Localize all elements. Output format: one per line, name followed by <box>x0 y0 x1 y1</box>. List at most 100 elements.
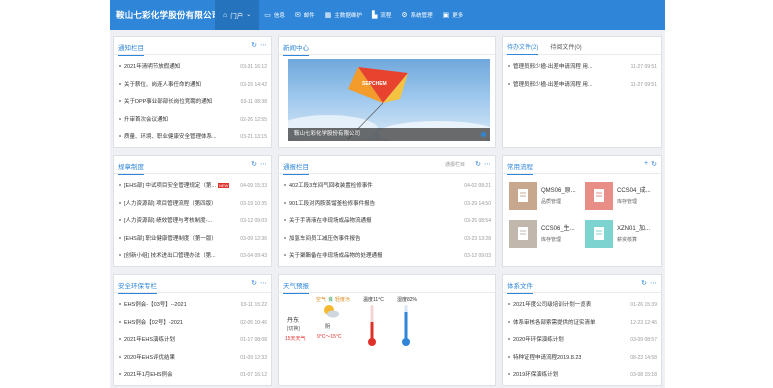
list-item[interactable]: 关于薪位、岗连人事任命的通知 03-15 14:42 <box>118 77 267 95</box>
weather-panel: 天气预报 丹东 [切换] 15天天气 空气良轻度污 阴 9°C～15°C 温度1… <box>278 274 496 386</box>
nav-mail[interactable]: ✉ 邮件 <box>290 0 320 30</box>
tab-todo[interactable]: 待办文件(2) <box>507 42 539 55</box>
more-icon[interactable]: ⋯ <box>260 41 267 49</box>
carousel-dot-icon[interactable] <box>481 132 486 137</box>
bullet-icon <box>119 236 121 239</box>
refresh-icon[interactable]: ↻ <box>475 160 481 168</box>
main-nav: ⌂ 门户 ⌄ ▭ 信息 ✉ 邮件 ▦ 主数据维护 ▙ 流程 ⚙ 系统管理 ▣ 更… <box>215 0 468 30</box>
list-item[interactable]: 特种证程申请流程2019.8.23 08-23 14:58 <box>507 350 657 368</box>
add-icon[interactable]: + <box>644 160 648 168</box>
flow-card-ccs04[interactable]: CCS04_成... 库存管理 <box>585 182 655 210</box>
bullet-icon <box>119 100 121 103</box>
refresh-icon[interactable]: ↻ <box>251 41 257 49</box>
bulletin-category-link[interactable]: 通报栏目 <box>445 161 465 168</box>
list-item[interactable]: EHS例会【02号】-2021 02-05 10:46 <box>118 315 267 333</box>
news-caption[interactable]: 鞍山七彩化学股份有限公司 <box>288 128 490 141</box>
bullet-icon <box>508 82 510 85</box>
list-item[interactable]: [人力资源部] 绩效管理与考核制度-... 03-12 09:03 <box>118 213 267 231</box>
list-item[interactable]: 2021年度公司级培训计划一览表 01-26 15:39 <box>507 297 657 315</box>
list-item[interactable]: 2021年清明节放假通知 03-31 16:12 <box>118 59 267 77</box>
flow-card-ccs06[interactable]: CCS06_生... 库存管理 <box>509 220 579 248</box>
bullet-icon <box>508 303 510 306</box>
home-icon: ⌂ <box>223 11 228 19</box>
list-item[interactable]: 质量、环境、职业健康安全管理体系... 03-21 13:15 <box>118 129 267 147</box>
more-icon[interactable]: ⋯ <box>260 279 267 287</box>
nav-more[interactable]: ▣ 更多 <box>438 0 469 30</box>
refresh-icon[interactable]: ↻ <box>251 160 257 168</box>
notice-list: 2021年清明节放假通知 03-31 16:12 关于薪位、岗连人事任命的通知 03… <box>118 59 267 147</box>
mail-icon: ✉ <box>294 11 301 19</box>
list-item[interactable]: [人力资源部] 项目管理流程（第四版） 03-19 10:35 <box>118 196 267 214</box>
list-item[interactable]: [EHS部] 中试项目安全管理规定（第... NEW 04-09 15:33 <box>118 178 267 196</box>
flow-card-xzn01[interactable]: XZN01_加... 薪资核算 <box>585 220 655 248</box>
list-item[interactable]: 402工段3车间气回收装置检修事件 04-02 08:21 <box>283 178 491 196</box>
list-item[interactable]: 管理员邢少楹-出差申请流程 用... 11-27 09:51 <box>507 77 657 95</box>
temperature-range: 9°C～15°C <box>317 334 342 340</box>
nav-messages[interactable]: ▭ 信息 <box>259 0 290 30</box>
news-panel: 新闻中心 SEPCHEM 鞍山七彩化学股份有限公司 <box>278 36 496 148</box>
refresh-icon[interactable]: ↻ <box>651 160 657 168</box>
tab-to-read[interactable]: 待阅文件(0) <box>550 42 581 55</box>
bullet-icon <box>119 219 121 222</box>
nav-portal[interactable]: ⌂ 门户 ⌄ <box>215 0 260 30</box>
bullet-icon <box>284 236 286 239</box>
list-item[interactable]: 2021年1月EHS例会 01-07 16:12 <box>118 367 267 385</box>
nav-flow-label: 流程 <box>380 13 392 19</box>
list-item[interactable]: 关于手清液在非现场成品物流通报 03-25 08:54 <box>283 213 491 231</box>
nav-flow[interactable]: ▙ 流程 <box>367 0 396 30</box>
nav-portal-label: 门户 <box>230 13 244 20</box>
bullet-icon <box>508 338 510 341</box>
flow-card-qms06[interactable]: QMS06_原... 品质管理 <box>509 182 579 210</box>
nav-master-data-label: 主数据维护 <box>334 13 362 19</box>
grid-icon: ▣ <box>442 11 450 19</box>
system-files-panel: 体系文件 ↻ ⋯ 2021年度公司级培训计划一览表 01-26 15:39 体系审… <box>502 274 662 386</box>
list-item[interactable]: EHS例会-【03号】--2021 03-11 15:22 <box>118 297 267 315</box>
bullet-icon <box>284 254 286 257</box>
svg-text:SEPCHEM: SEPCHEM <box>362 81 387 87</box>
todo-panel: 待办文件(2) 待阅文件(0) 管理员邢少楹-出差申请流程 用... 11-27 … <box>502 36 662 148</box>
list-item[interactable]: 关于DPP事业部部长岗位竞聘的通知 03-11 08:38 <box>118 94 267 112</box>
list-item[interactable]: 2021年EHS演练计划 01-17 08:08 <box>118 332 267 350</box>
notice-panel-header: 通知栏目 ↻ ⋯ <box>114 37 271 56</box>
list-item[interactable]: [创新小组] 技术进出口管理办法（第... 03-04 09:43 <box>118 248 267 266</box>
portal-frame: 鞍山七彩化学股份有限公司 ⌂ 门户 ⌄ ▭ 信息 ✉ 邮件 ▦ 主数据维护 ▙ … <box>110 0 665 388</box>
list-item[interactable]: 2020年环保演练计划 03-09 08:57 <box>507 332 657 350</box>
weather-city-switch[interactable]: [切换] <box>287 325 300 332</box>
list-item[interactable]: 2019环保演练计划 03-08 15:18 <box>507 367 657 385</box>
bullet-icon <box>119 355 121 358</box>
bullet-icon <box>119 117 121 120</box>
nav-system[interactable]: ⚙ 系统管理 <box>396 0 437 30</box>
nav-master-data[interactable]: ▦ 主数据维护 <box>320 0 367 30</box>
thermometer-icon <box>367 304 377 350</box>
new-badge: NEW <box>217 183 230 189</box>
more-icon[interactable]: ⋯ <box>260 160 267 168</box>
bullet-icon <box>119 82 121 85</box>
safety-panel: 安全环保专栏 ↻ ⋯ EHS例会-【03号】--2021 03-11 15:22 … <box>113 274 272 386</box>
top-nav-bar: 鞍山七彩化学股份有限公司 ⌂ 门户 ⌄ ▭ 信息 ✉ 邮件 ▦ 主数据维护 ▙ … <box>110 0 665 30</box>
bullet-icon <box>284 201 286 204</box>
list-item[interactable]: 2020年EHS评优结果 01-09 12:33 <box>118 350 267 368</box>
list-item[interactable]: 901工段对丙胺蒸馏釜检修事件报告 03-29 14:50 <box>283 196 491 214</box>
weather-15-day-link[interactable]: 15天天气 <box>285 335 306 342</box>
gear-icon: ⚙ <box>401 11 408 19</box>
message-icon: ▭ <box>264 11 271 19</box>
refresh-icon[interactable]: ↻ <box>641 279 647 287</box>
list-item[interactable]: 体系审核各部索需提供的证实清单 12-23 12:46 <box>507 315 657 333</box>
nav-system-label: 系统管理 <box>410 13 433 19</box>
bullet-icon <box>119 201 121 204</box>
list-item[interactable]: 升审首次会议通知 02-26 12:55 <box>118 112 267 130</box>
list-item[interactable]: 管理员邢少楹-出差申请流程 用... 11-27 09:51 <box>507 59 657 77</box>
refresh-icon[interactable]: ↻ <box>251 279 257 287</box>
more-icon[interactable]: ⋯ <box>650 279 657 287</box>
rules-panel-title: 规章制度 <box>118 161 144 175</box>
list-item[interactable]: 加氢车间员工减压伤事件报告 03-23 13:28 <box>283 231 491 249</box>
more-icon[interactable]: ⋯ <box>484 160 491 168</box>
list-item[interactable]: [EHS部] 职业健康管理制度（第一版） 03-09 12:36 <box>118 231 267 249</box>
flow-icon: ▙ <box>371 11 378 19</box>
safety-list: EHS例会-【03号】--2021 03-11 15:22 EHS例会【02号】-… <box>118 297 267 385</box>
bullet-icon <box>119 373 121 376</box>
bullet-icon <box>508 355 510 358</box>
list-item[interactable]: 关于聚酯备在非现场成品物的处理通报 03-12 09:03 <box>283 248 491 266</box>
system-files-list: 2021年度公司级培训计划一览表 01-26 15:39 体系审核各部索需提供的证… <box>507 297 657 385</box>
bullet-icon <box>119 303 121 306</box>
